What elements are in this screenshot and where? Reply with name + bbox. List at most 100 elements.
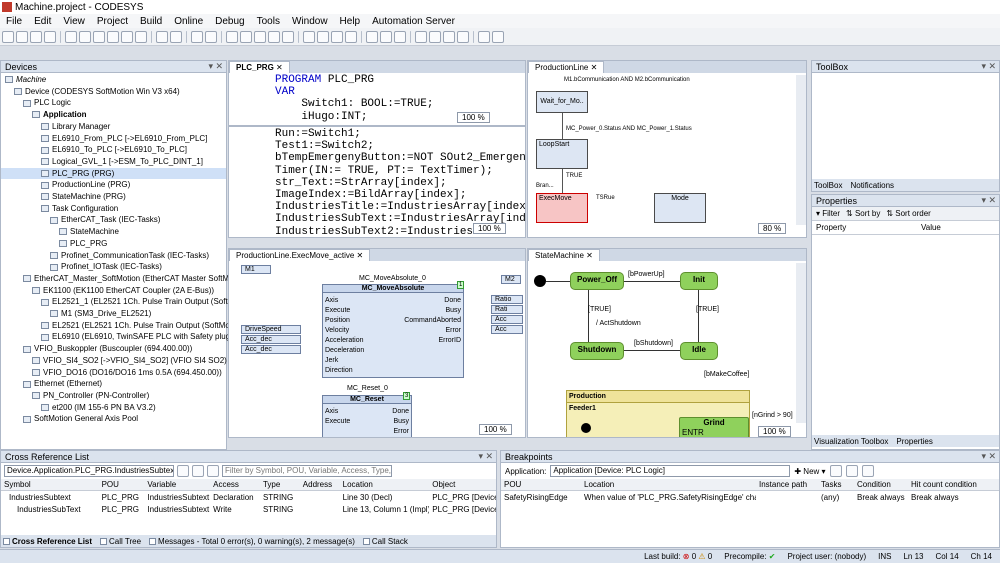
declaration-section[interactable]: PROGRAM PLC_PRG VAR Switch1: BOOL:=TRUE; … — [275, 74, 433, 123]
cut-icon[interactable] — [93, 30, 105, 43]
bottom-tab[interactable]: Cross Reference List — [3, 537, 92, 546]
state-shutdown[interactable]: Shutdown — [570, 342, 624, 360]
menu-edit[interactable]: Edit — [28, 16, 57, 27]
tree-item[interactable]: Library Manager — [1, 121, 226, 133]
zoom-icon[interactable] — [478, 30, 490, 43]
state-idle[interactable]: Idle — [680, 342, 718, 360]
application-select[interactable]: Application [Device: PLC Logic] — [550, 465, 791, 477]
mc-moveabsolute-block[interactable]: MC_MoveAbsolute Axis Execute Position Veloc… — [322, 284, 464, 378]
enable-icon[interactable] — [861, 465, 874, 477]
print-icon[interactable] — [44, 30, 56, 43]
table-row[interactable]: IndustriesSubtext PLC_PRG IndustriesSubtex… — [1, 491, 496, 503]
cross-ref-pin-icon[interactable]: ▾ ✕ — [478, 451, 496, 462]
write-values-icon[interactable] — [366, 30, 378, 43]
input-variable[interactable]: Acc_dec — [241, 345, 301, 354]
bottom-tab[interactable]: Call Tree — [100, 537, 141, 546]
filter-icon[interactable] — [207, 465, 219, 477]
box-icon[interactable] — [457, 30, 469, 43]
tree-item[interactable]: Ethernet (Ethernet) — [1, 378, 226, 390]
tab-visualization-toolbox[interactable]: Visualization Toolbox — [814, 437, 888, 446]
tree-item[interactable]: VFIO_SI4_SO2 [->VFIO_SI4_SO2] (VFIO SI4 … — [1, 355, 227, 367]
replace-icon[interactable] — [170, 30, 182, 43]
tree-item[interactable]: PLC Logic — [1, 97, 226, 109]
menu-window[interactable]: Window — [286, 16, 334, 27]
tab-production-line[interactable]: ProductionLine ✕ — [528, 61, 605, 73]
tree-item[interactable]: Task Configuration — [1, 203, 226, 215]
copy-icon[interactable] — [107, 30, 119, 43]
bottom-tab[interactable]: Messages - Total 0 error(s), 0 warning(s… — [149, 537, 355, 546]
sort-by-button[interactable]: ⇅ Sort by — [846, 209, 880, 218]
tree-item[interactable]: Machine — [1, 74, 226, 86]
properties-pin-icon[interactable]: ▾ ✕ — [981, 195, 999, 206]
menu-build[interactable]: Build — [134, 16, 168, 27]
mc-reset-block[interactable]: MC_Reset Axis Execute Done Busy Error — [322, 395, 412, 437]
tree-item[interactable]: StateMachine (PRG) — [1, 191, 226, 203]
splitter[interactable] — [229, 125, 525, 127]
undo-icon[interactable] — [65, 30, 77, 43]
tree-item[interactable]: ProductionLine (PRG) — [1, 179, 226, 191]
search-icon[interactable] — [177, 465, 189, 477]
state-grind[interactable]: Grind ENTR — [679, 417, 749, 437]
new-icon[interactable] — [2, 30, 14, 43]
output-variable[interactable]: Ratio — [491, 295, 523, 304]
tree-item[interactable]: StateMachine — [1, 226, 226, 238]
step-execmove[interactable]: ExecMove — [536, 193, 588, 223]
step-over-icon[interactable] — [317, 30, 329, 43]
delete-icon[interactable] — [135, 30, 147, 43]
run-icon[interactable] — [254, 30, 266, 43]
tree-item[interactable]: EL6910_From_PLC [->EL6910_From_PLC] — [1, 133, 226, 145]
menu-view[interactable]: View — [57, 16, 91, 27]
filter-button[interactable]: ▾ Filter — [816, 209, 840, 218]
logout-icon[interactable] — [240, 30, 252, 43]
tree-item[interactable]: Device (CODESYS SoftMotion Win V3 x64) — [1, 86, 226, 98]
tree-item[interactable]: EL2521 (EL2521 1Ch. Pulse Train Output (… — [1, 320, 248, 332]
step-wait-for-mo[interactable]: Wait_for_Mo.. — [536, 91, 588, 113]
composite-production[interactable]: Production Feeder1 Grind ENTR — [566, 390, 750, 437]
ladder-icon[interactable] — [415, 30, 427, 43]
pin-icon[interactable]: ▾ ✕ — [208, 61, 226, 72]
contact-icon[interactable] — [429, 30, 441, 43]
sort-order-button[interactable]: ⇅ Sort order — [886, 209, 931, 218]
tree-item[interactable]: SoftMotion General Axis Pool — [1, 413, 226, 425]
tree-item[interactable]: PLC_PRG — [1, 238, 226, 250]
em-zoom[interactable]: 100 % — [479, 424, 512, 435]
save-icon[interactable] — [30, 30, 42, 43]
unforce-icon[interactable] — [394, 30, 406, 43]
tree-item[interactable]: EL6910_To_PLC [->EL6910_To_PLC] — [1, 144, 226, 156]
implementation-section[interactable]: Run:=Switch1; Test1:=Switch2; bTempEmergen… — [275, 128, 525, 237]
m2-var[interactable]: M2 — [501, 275, 521, 284]
force-values-icon[interactable] — [380, 30, 392, 43]
login-icon[interactable] — [226, 30, 238, 43]
menu-help[interactable]: Help — [334, 16, 367, 27]
refresh-icon[interactable] — [192, 465, 204, 477]
options-icon[interactable] — [492, 30, 504, 43]
input-variable[interactable]: DriveSpeed — [241, 325, 301, 334]
output-variable[interactable]: Rati — [491, 305, 523, 314]
step-loopstart[interactable]: LoopStart — [536, 139, 588, 169]
decl-zoom[interactable]: 100 % — [457, 112, 490, 123]
sm-scrollbar[interactable] — [796, 263, 806, 423]
open-icon[interactable] — [16, 30, 28, 43]
step-into-icon[interactable] — [331, 30, 343, 43]
tab-plc-prg[interactable]: PLC_PRG ✕ — [229, 61, 290, 73]
reset-icon[interactable] — [282, 30, 294, 43]
paste-icon[interactable] — [121, 30, 133, 43]
pl-zoom[interactable]: 80 % — [758, 223, 787, 234]
tree-item[interactable]: Profinet_CommunicationTask (IEC-Tasks) — [1, 250, 226, 262]
menu-file[interactable]: File — [0, 16, 28, 27]
tree-item[interactable]: VFIO_DO16 (DO16/DO16 1ms 0.5A (694.450.0… — [1, 367, 226, 379]
find-icon[interactable] — [156, 30, 168, 43]
tree-item[interactable]: EL6910 (EL6910, TwinSAFE PLC with Safety… — [1, 331, 242, 343]
breakpoints-pin-icon[interactable]: ▾ ✕ — [981, 451, 999, 462]
menu-online[interactable]: Online — [168, 16, 209, 27]
tree-item[interactable]: EL2521_1 (EL2521 1Ch. Pulse Train Output… — [1, 296, 257, 308]
pl-scrollbar[interactable] — [796, 75, 806, 225]
menu-automation-server[interactable]: Automation Server — [366, 16, 461, 27]
step-mode[interactable]: Mode — [654, 193, 706, 223]
input-variable[interactable]: Acc_dec — [241, 335, 301, 344]
impl-zoom[interactable]: 100 % — [473, 223, 506, 234]
tab-properties[interactable]: Properties — [896, 437, 932, 446]
table-row[interactable]: SafetyRisingEdge When value of 'PLC_PRG.S… — [501, 491, 999, 503]
toolbox-pin-icon[interactable]: ▾ ✕ — [981, 61, 999, 72]
coil-icon[interactable] — [443, 30, 455, 43]
